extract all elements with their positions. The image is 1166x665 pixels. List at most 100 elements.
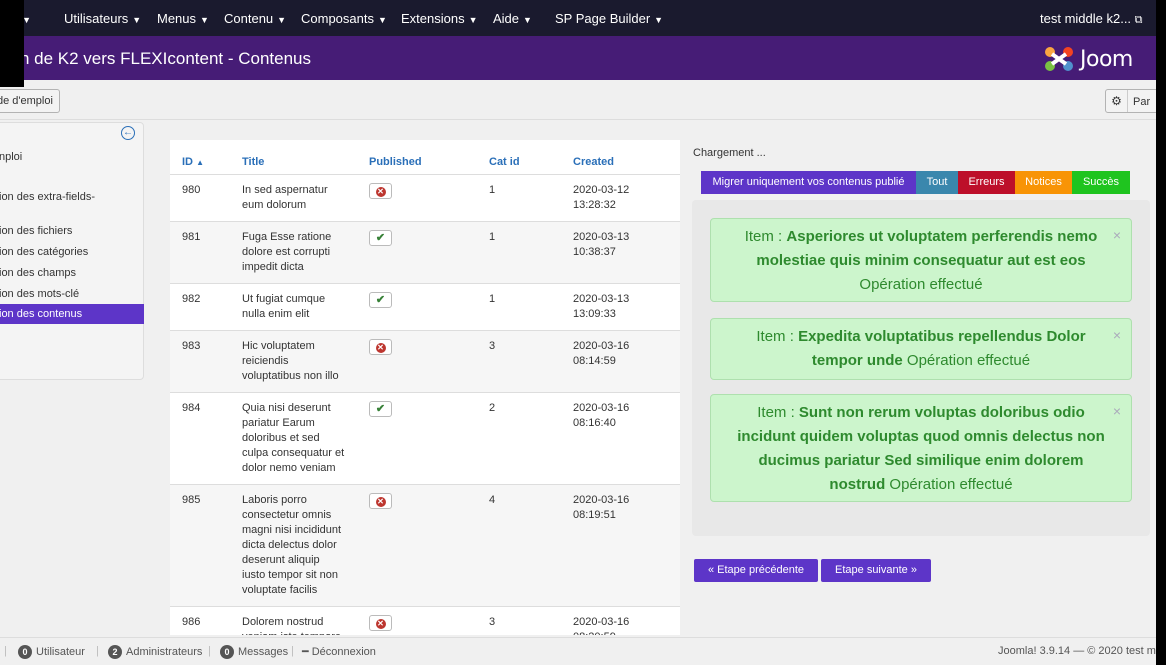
cell-created: 2020-03-16 08:19:51	[561, 483, 680, 606]
success-alert: × Item : Expedita voluptatibus repellend…	[710, 318, 1132, 380]
alert-prefix: Item :	[756, 328, 799, 345]
menu-label: Extensions	[401, 11, 465, 26]
column-header-created[interactable]: Created	[561, 140, 680, 175]
created-time: 08:16:40	[573, 416, 616, 429]
cell-cat-id: 2	[477, 391, 561, 484]
table-body: 980 In sed aspernatur eum dolorum ✕ 1 2020-0…	[170, 173, 680, 635]
filter-success-button[interactable]: Succès	[1072, 171, 1130, 194]
backward-icon: «	[707, 564, 715, 576]
filter-notices-button[interactable]: Notices	[1015, 171, 1072, 194]
joomla-logo-icon	[1045, 47, 1073, 71]
window-edge	[1156, 0, 1166, 665]
unpublished-icon: ✕	[375, 186, 386, 197]
published-toggle[interactable]: ✕	[369, 614, 392, 631]
sidebar-item-label: ion des mots-clé	[0, 288, 80, 300]
menu-help[interactable]: Aide ▼	[493, 11, 532, 26]
sidebar-item-files[interactable]: ion des fichiers	[0, 221, 144, 241]
cell-id: 982	[170, 282, 230, 330]
collapse-sidebar-icon[interactable]: ←	[121, 126, 135, 140]
users-online[interactable]: 0 Utilisateur	[18, 645, 85, 659]
joomla-logo: Joom	[1042, 44, 1156, 74]
minus-icon: ━	[302, 646, 309, 658]
cell-cat-id: 4	[477, 483, 561, 606]
forward-icon: »	[910, 564, 917, 576]
created-time: 08:19:51	[573, 508, 616, 521]
column-header-label: ID	[182, 155, 193, 168]
alert-status: Opération effectué	[889, 476, 1013, 493]
column-header-label: Cat id	[489, 155, 520, 168]
column-header-id[interactable]: ID ▲	[170, 140, 230, 175]
published-toggle[interactable]: ✔	[369, 291, 392, 308]
cell-published: ✕	[357, 173, 477, 221]
migrate-published-button[interactable]: Migrer uniquement vos contenus publié	[701, 171, 916, 194]
caret-down-icon: ▼	[277, 15, 287, 25]
menu-users[interactable]: Utilisateurs ▼	[64, 11, 141, 26]
table-row: 980 In sed aspernatur eum dolorum ✕ 1 2020-0…	[170, 173, 680, 221]
menu-label: Contenu	[224, 11, 274, 26]
sidebar-item-fields[interactable]: ion des champs	[0, 263, 144, 283]
version-info: Joomla! 3.9.14 — © 2020 test mic	[998, 645, 1156, 657]
items-table-container: ID ▲ Title Published Cat id Created 980 I…	[170, 140, 680, 635]
cell-id: 981	[170, 220, 230, 283]
loading-status: Chargement ...	[693, 147, 766, 159]
menu-sp-page-builder[interactable]: SP Page Builder ▼	[555, 11, 663, 26]
check-icon: ✔	[375, 293, 386, 306]
menu-components[interactable]: Composants ▼	[301, 11, 387, 26]
published-toggle[interactable]: ✕	[369, 182, 392, 199]
close-icon[interactable]: ×	[1113, 399, 1121, 423]
column-header-published[interactable]: Published	[357, 140, 477, 175]
site-link[interactable]: test middle k2... ⧉	[1040, 11, 1143, 27]
menu-content[interactable]: Contenu ▼	[224, 11, 286, 26]
menu-menus[interactable]: Menus ▼	[157, 11, 209, 26]
logout-link[interactable]: ━ Déconnexion	[302, 645, 376, 658]
cell-cat-id: 3	[477, 605, 561, 635]
cell-id: 983	[170, 329, 230, 392]
cell-published: ✔	[357, 282, 477, 330]
table-row: 986Dolorem nostrud veniam iste tempore ✕ 3…	[170, 605, 680, 635]
created-date: 2020-03-16	[573, 493, 630, 506]
created-date: 2020-03-12	[573, 183, 630, 196]
column-header-title[interactable]: Title	[230, 140, 357, 175]
cell-created: 2020-03-13 13:09:33	[561, 282, 680, 330]
menu-extensions[interactable]: Extensions ▼	[401, 11, 478, 26]
sidebar-item-tags[interactable]: ion des mots-clé	[0, 284, 144, 304]
created-time: 13:28:32	[573, 198, 616, 211]
joomla-admin-page: me▼ Utilisateurs▼ Menus▼ Contenu▼ Compos…	[0, 0, 1156, 665]
sidebar-item-instructions[interactable]: nploi	[0, 147, 144, 167]
cell-published: ✔	[357, 220, 477, 283]
caret-down-icon: ▼	[468, 15, 478, 25]
published-toggle[interactable]: ✕	[369, 338, 392, 355]
close-icon[interactable]: ×	[1113, 223, 1121, 247]
column-header-label: Title	[242, 155, 265, 168]
cell-id: 984	[170, 391, 230, 484]
published-toggle[interactable]: ✔	[369, 400, 392, 417]
close-icon[interactable]: ×	[1113, 323, 1121, 347]
published-toggle[interactable]: ✕	[369, 492, 392, 509]
sidebar-item-extra-fields[interactable]: ion des extra-fields-	[0, 187, 144, 207]
sidebar-item-contents[interactable]: ion des contenus	[0, 304, 144, 324]
gear-icon: ⚙	[1106, 90, 1128, 112]
cell-title: Hic voluptatem reiciendis voluptatibus n…	[230, 329, 357, 392]
next-step-button[interactable]: Etape suivante »	[821, 559, 931, 582]
column-header-cat-id[interactable]: Cat id	[477, 140, 561, 175]
filter-errors-button[interactable]: Erreurs	[958, 171, 1015, 194]
cell-cat-id: 3	[477, 329, 561, 392]
admins-online[interactable]: 2 Administrateurs	[108, 645, 202, 659]
admins-count-badge: 2	[108, 645, 122, 659]
users-count-badge: 0	[18, 645, 32, 659]
messages-link[interactable]: 0 Messages	[220, 645, 288, 659]
cell-cat-id: 1	[477, 282, 561, 330]
sidebar-item-categories[interactable]: ion des catégories	[0, 242, 144, 262]
help-button[interactable]: de d'emploi	[0, 89, 60, 113]
previous-step-label: Etape précédente	[717, 564, 805, 576]
options-button[interactable]: ⚙ Par	[1105, 89, 1156, 113]
filter-label: Migrer uniquement vos contenus publié	[712, 176, 905, 188]
created-time: 13:09:33	[573, 307, 616, 320]
divider: |	[96, 645, 99, 657]
created-date: 2020-03-13	[573, 292, 630, 305]
filter-all-button[interactable]: Tout	[916, 171, 958, 194]
table-row: 983 Hic voluptatem reiciendis voluptatibu…	[170, 329, 680, 392]
cell-created: 2020-03-13 10:38:37	[561, 220, 680, 283]
previous-step-button[interactable]: « Etape précédente	[694, 559, 818, 582]
published-toggle[interactable]: ✔	[369, 229, 392, 246]
